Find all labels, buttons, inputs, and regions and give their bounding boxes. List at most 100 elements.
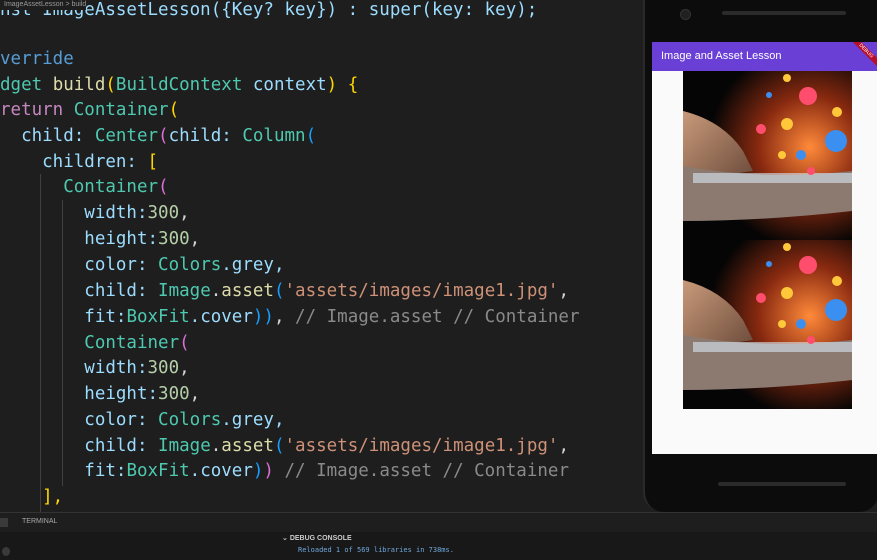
code-token: Center bbox=[94, 126, 159, 146]
code-line[interactable]: fit:BoxFit.cover)), // Image.asset // Co… bbox=[0, 304, 580, 330]
code-token: ( bbox=[273, 436, 285, 456]
code-token: Colors bbox=[158, 255, 222, 275]
code-token: child: bbox=[0, 126, 95, 146]
code-line[interactable]: verride bbox=[0, 46, 74, 72]
code-token: width: bbox=[0, 358, 148, 378]
code-token: ) bbox=[252, 461, 264, 481]
code-token: .grey, bbox=[221, 410, 285, 430]
code-token: child: bbox=[0, 436, 159, 456]
code-line[interactable]: fit:BoxFit.cover)) // Image.asset // Con… bbox=[0, 458, 569, 484]
panel-side-icon bbox=[2, 547, 10, 556]
code-line[interactable]: child: Image.asset('assets/images/image1… bbox=[0, 433, 569, 459]
code-token: , bbox=[558, 436, 569, 456]
app-bar: Image and Asset Lesson bbox=[652, 42, 877, 71]
chevron-down-icon: ⌄ bbox=[282, 535, 288, 542]
code-token: 'assets/images/image1.jpg' bbox=[284, 281, 559, 301]
code-token: // Image.asset // Container bbox=[295, 307, 580, 327]
code-token: Image bbox=[158, 436, 211, 456]
code-token: Container bbox=[0, 333, 180, 353]
code-token: 300 bbox=[158, 384, 190, 404]
code-token: ], bbox=[0, 487, 64, 507]
code-token: , bbox=[179, 358, 190, 378]
code-token: ( bbox=[305, 126, 317, 146]
home-indicator bbox=[718, 482, 846, 486]
code-token: color: bbox=[0, 410, 159, 430]
code-token: fit: bbox=[0, 307, 127, 327]
code-token: height: bbox=[0, 384, 159, 404]
code-token: child: bbox=[168, 126, 243, 146]
code-token: // Image.asset // Container bbox=[273, 461, 569, 481]
code-token: BuildContext bbox=[115, 75, 253, 95]
code-token: .cover bbox=[189, 461, 253, 481]
code-token: ( bbox=[158, 126, 169, 146]
code-token: asset bbox=[221, 436, 274, 456]
code-token: color: bbox=[0, 255, 159, 275]
camera-icon bbox=[680, 9, 691, 20]
code-token: fit: bbox=[0, 461, 127, 481]
code-token: width: bbox=[0, 203, 148, 223]
code-line[interactable]: height:300, bbox=[0, 226, 200, 252]
code-token: Colors bbox=[158, 410, 222, 430]
code-token: ( bbox=[168, 100, 180, 120]
code-line[interactable]: return Container( bbox=[0, 97, 179, 123]
image-asset-2 bbox=[683, 240, 852, 409]
speaker-grille bbox=[722, 11, 846, 15]
console-output: Reloaded 1 of 569 libraries in 738ms. bbox=[298, 546, 454, 554]
code-line[interactable]: dget build(BuildContext context) { bbox=[0, 72, 358, 98]
code-editor[interactable]: nst ImageAssetLesson({Key? key}) : super… bbox=[0, 0, 643, 512]
code-token: Image bbox=[158, 281, 211, 301]
code-token: ( bbox=[158, 177, 169, 197]
code-token: ( bbox=[273, 281, 285, 301]
code-line[interactable]: color: Colors.grey, bbox=[0, 252, 284, 278]
code-token: return bbox=[0, 100, 74, 120]
debug-console-header[interactable]: ⌄ DEBUG CONSOLE bbox=[282, 534, 352, 542]
code-line[interactable]: ], bbox=[0, 484, 63, 510]
code-line[interactable]: color: Colors.grey, bbox=[0, 407, 284, 433]
breadcrumb[interactable]: ImageAssetLesson > build bbox=[0, 0, 87, 10]
code-line[interactable]: child: Image.asset('assets/images/image1… bbox=[0, 278, 569, 304]
code-token: child: bbox=[0, 281, 159, 301]
code-token: 300 bbox=[147, 358, 180, 378]
tab-terminal[interactable]: TERMINAL bbox=[22, 518, 57, 525]
code-token: height: bbox=[0, 229, 159, 249]
code-token: Column bbox=[242, 126, 306, 146]
code-token: , bbox=[558, 281, 569, 301]
code-token: , bbox=[189, 229, 201, 249]
code-token: 300 bbox=[147, 203, 180, 223]
code-line[interactable]: Container( bbox=[0, 174, 169, 200]
bottom-panel-tabs: TERMINAL bbox=[0, 512, 877, 533]
code-line[interactable]: child: Center(child: Column( bbox=[0, 123, 316, 149]
image-asset-1 bbox=[683, 71, 852, 240]
code-token: . bbox=[210, 281, 222, 301]
code-token: context bbox=[252, 75, 327, 95]
code-token: )) bbox=[252, 307, 274, 327]
code-token: ( bbox=[179, 333, 190, 353]
code-token: , bbox=[273, 307, 296, 327]
code-token: .grey, bbox=[221, 255, 285, 275]
code-token: children: bbox=[0, 152, 148, 172]
code-token: , bbox=[189, 384, 201, 404]
code-token: ) bbox=[263, 461, 274, 481]
code-line[interactable]: width:300, bbox=[0, 200, 190, 226]
code-token: , bbox=[179, 203, 190, 223]
app-bar-title: Image and Asset Lesson bbox=[661, 50, 782, 62]
code-line[interactable]: width:300, bbox=[0, 355, 190, 381]
code-token: Container bbox=[73, 100, 169, 120]
app-screen: Image and Asset Lesson DEBUG bbox=[652, 42, 877, 454]
code-token: . bbox=[210, 436, 222, 456]
code-token: Container bbox=[0, 177, 159, 197]
code-token: BoxFit bbox=[126, 307, 190, 327]
code-token: BoxFit bbox=[126, 461, 190, 481]
code-line[interactable]: Container( bbox=[0, 330, 190, 356]
problems-count-icon bbox=[0, 518, 8, 527]
code-token: ) { bbox=[326, 75, 359, 95]
code-token: ( bbox=[105, 75, 116, 95]
code-token: 300 bbox=[158, 229, 190, 249]
code-token: [ bbox=[147, 152, 159, 172]
code-line[interactable]: children: [ bbox=[0, 149, 158, 175]
code-token: verride bbox=[0, 49, 74, 69]
code-line[interactable]: height:300, bbox=[0, 381, 200, 407]
code-token: 'assets/images/image1.jpg' bbox=[284, 436, 559, 456]
code-token: build bbox=[52, 75, 106, 95]
code-token: dget bbox=[0, 75, 53, 95]
